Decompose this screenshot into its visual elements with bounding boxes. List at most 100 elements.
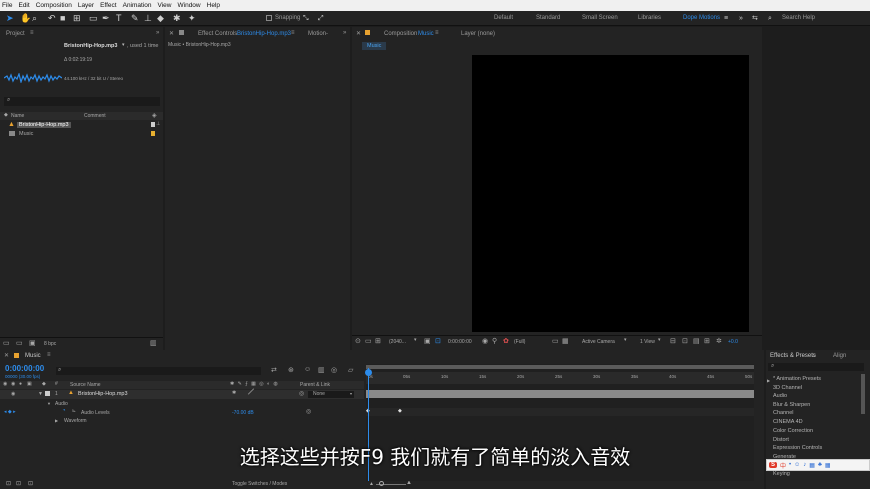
delete-icon[interactable]: ▥ [150, 339, 157, 347]
effect-controls-file[interactable]: BristonHip-Hop.mp3 [237, 31, 291, 37]
project-search-input[interactable]: ⌕ [4, 97, 160, 106]
timeline-icon[interactable]: ▤ [693, 337, 700, 345]
toggle-switches-modes[interactable]: Toggle Switches / Modes [232, 481, 287, 487]
selection-tool-icon[interactable]: ➤ [6, 13, 14, 24]
twirl-down-icon[interactable]: ▼ [47, 401, 51, 406]
effect-category[interactable]: Keying [773, 471, 790, 477]
effect-category[interactable]: Audio [773, 393, 787, 399]
menu-edit[interactable]: Edit [18, 2, 29, 9]
new-folder-icon[interactable]: ▭ [16, 339, 23, 347]
sync-icon[interactable]: ⇆ [752, 13, 758, 24]
align-tab[interactable]: Align [833, 353, 846, 359]
twirl-right-icon[interactable]: ▶ [55, 418, 58, 423]
flowchart-icon[interactable]: ⊞ [704, 337, 710, 345]
pick-whip-icon[interactable]: ◎ [306, 408, 311, 415]
motion-tab[interactable]: Motion- [308, 31, 328, 37]
effect-category[interactable]: * Animation Presets [773, 376, 821, 382]
new-composition-icon[interactable]: ▣ [29, 339, 36, 347]
snap-icon[interactable]: ⤡ [303, 13, 309, 24]
composition-subtab[interactable]: Music [362, 42, 387, 50]
graph-icon[interactable]: ⊾ [72, 408, 76, 414]
rectangle-tool-icon[interactable]: ▭ [89, 13, 98, 24]
layer-controls-icon[interactable]: ⊡ [6, 480, 11, 487]
hand-tool-icon[interactable]: ✋ [20, 13, 31, 24]
work-area-bar[interactable] [366, 365, 754, 369]
keyframe-navigator-icon[interactable]: ◂ ◆ ▸ [4, 409, 16, 415]
roto-brush-tool-icon[interactable]: ✱ [173, 13, 181, 24]
project-panel-menu-icon[interactable]: ≡ [30, 30, 34, 36]
effect-category[interactable]: Channel [773, 410, 794, 416]
effect-category[interactable]: Color Correction [773, 428, 813, 434]
reset-exposure-icon[interactable]: ✲ [716, 337, 722, 345]
transparency-grid-icon[interactable]: ▦ [562, 337, 569, 345]
menu-effect[interactable]: Effect [100, 2, 117, 9]
composition-menu-icon[interactable]: ≡ [435, 30, 439, 36]
rotate-tool-icon[interactable]: ↶ [48, 13, 56, 24]
menu-file[interactable]: File [2, 2, 12, 9]
timeline-comp-tab[interactable]: Music [25, 353, 41, 359]
brush-tool-icon[interactable]: ✎ [131, 13, 139, 24]
keyframe[interactable]: ◆ [398, 408, 402, 414]
composition-name[interactable]: Music [418, 31, 434, 37]
snap-options-icon[interactable]: ⤢ [318, 13, 324, 24]
magnification-dropdown[interactable]: (2040... [389, 339, 406, 345]
channel-icon[interactable]: ✿ [503, 337, 509, 345]
fast-previews-icon[interactable]: ⊡ [682, 337, 688, 345]
workspace-small-screen[interactable]: Small Screen [582, 15, 618, 21]
menu-layer[interactable]: Layer [78, 2, 94, 9]
workspace-overflow-icon[interactable]: » [739, 13, 743, 24]
type-tool-icon[interactable]: T [116, 13, 122, 24]
menu-help[interactable]: Help [207, 2, 220, 9]
dropdown-icon[interactable]: ▾ [414, 337, 417, 343]
current-time[interactable]: 0:00:00:00 [448, 339, 472, 345]
pen-tool-icon[interactable]: ✒ [102, 13, 110, 24]
shy-icon[interactable]: ☺ [304, 366, 311, 373]
dropdown-icon[interactable]: ▾ [122, 42, 125, 48]
effect-category[interactable]: 3D Channel [773, 385, 802, 391]
menu-animation[interactable]: Animation [123, 2, 152, 9]
parent-dropdown[interactable]: None ▾ [308, 391, 354, 398]
camera-tool-icon[interactable]: ■ [60, 13, 65, 24]
project-row-composition[interactable]: Music [0, 130, 163, 138]
expand-arrow-icon[interactable]: ▶ [767, 378, 770, 383]
column-source-name[interactable]: Source Name [70, 382, 101, 388]
pixel-aspect-icon[interactable]: ⊟ [670, 337, 676, 345]
dropdown-icon[interactable]: ▾ [658, 337, 661, 343]
snapping-checkbox[interactable] [266, 15, 272, 21]
menu-view[interactable]: View [158, 2, 172, 9]
zoom-tool-icon[interactable]: ⌕ [32, 13, 37, 24]
search-help-input[interactable]: Search Help [782, 15, 815, 21]
playhead-handle[interactable] [365, 369, 372, 376]
timeline-zoom-handle[interactable] [379, 481, 384, 486]
camera-dropdown[interactable]: Active Camera [582, 339, 615, 345]
composition-mini-flowchart-icon[interactable]: ⇄ [271, 366, 277, 374]
close-icon[interactable]: ✕ [169, 30, 174, 37]
frame-blending-icon[interactable]: ▥ [318, 366, 325, 374]
layer-duration-bar[interactable] [366, 390, 754, 398]
exposure-value[interactable]: +0.0 [728, 339, 738, 345]
layer-row[interactable]: ◉ ▼ 1 ▲ BristonHip-Hop.mp3 ✱ ◎ None ▾ [0, 388, 364, 399]
twirl-down-icon[interactable]: ▼ [38, 391, 43, 397]
clone-stamp-tool-icon[interactable]: ⊥ [144, 13, 152, 24]
always-preview-icon[interactable]: ⊙ [355, 337, 361, 345]
motion-blur-icon[interactable]: ◎ [331, 366, 337, 374]
show-snapshot-icon[interactable]: ⚲ [492, 337, 497, 345]
menu-window[interactable]: Window [178, 2, 201, 9]
mask-visibility-icon[interactable]: ⊡ [435, 337, 441, 345]
workspace-default[interactable]: Default [494, 15, 513, 21]
quality-switch-icon[interactable] [247, 388, 255, 395]
bpc-label[interactable]: 8 bpc [44, 341, 56, 347]
in-out-icon[interactable]: ⊡ [28, 480, 33, 487]
effects-presets-title[interactable]: Effects & Presets [770, 353, 816, 359]
panel-overflow-icon[interactable]: » [343, 30, 346, 36]
close-icon[interactable]: ✕ [4, 352, 9, 359]
workspace-menu-icon[interactable]: ≡ [724, 13, 728, 24]
timeline-search-input[interactable]: ⌕ [56, 367, 261, 375]
safe-margins-icon[interactable]: ▣ [424, 337, 431, 345]
column-name[interactable]: Name [11, 113, 24, 119]
eraser-tool-icon[interactable]: ◆ [157, 13, 164, 24]
modes-icon[interactable]: ⊡ [16, 480, 21, 487]
workspace-libraries[interactable]: Libraries [638, 15, 661, 21]
draft-3d-icon[interactable]: ⊛ [288, 366, 294, 374]
interpret-footage-icon[interactable]: ▭ [3, 339, 10, 347]
